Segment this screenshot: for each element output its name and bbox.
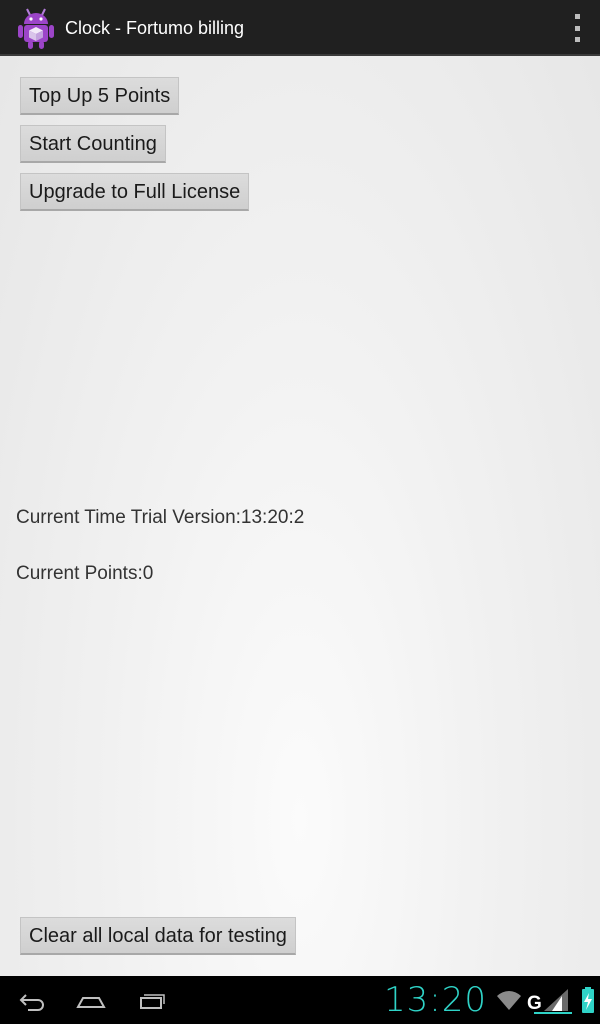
back-icon[interactable] (14, 986, 48, 1014)
app-screen: Clock - Fortumo billing Top Up 5 Points … (0, 0, 600, 1024)
status-clock: 13:20 (384, 980, 487, 1020)
current-time-label: Current Time Trial Version:13:20:2 (16, 507, 305, 528)
action-bar: Clock - Fortumo billing (0, 0, 600, 56)
android-robot-icon (18, 8, 54, 49)
network-type-text: G (527, 993, 542, 1014)
current-points-label: Current Points:0 (16, 563, 154, 584)
clear-local-data-button[interactable]: Clear all local data for testing (20, 917, 296, 955)
overflow-menu-icon[interactable] (572, 14, 582, 42)
top-up-button[interactable]: Top Up 5 Points (20, 77, 180, 115)
recents-icon[interactable] (134, 986, 168, 1014)
upgrade-license-button[interactable]: Upgrade to Full License (20, 173, 250, 211)
app-title: Clock - Fortumo billing (65, 18, 245, 38)
home-icon[interactable] (74, 986, 108, 1014)
system-navigation-bar: 13:20 G (0, 976, 600, 1024)
battery-charging-icon (582, 987, 594, 1013)
wifi-icon (497, 991, 521, 1010)
status-icons-group: G (497, 987, 594, 1014)
start-counting-button[interactable]: Start Counting (20, 125, 166, 163)
